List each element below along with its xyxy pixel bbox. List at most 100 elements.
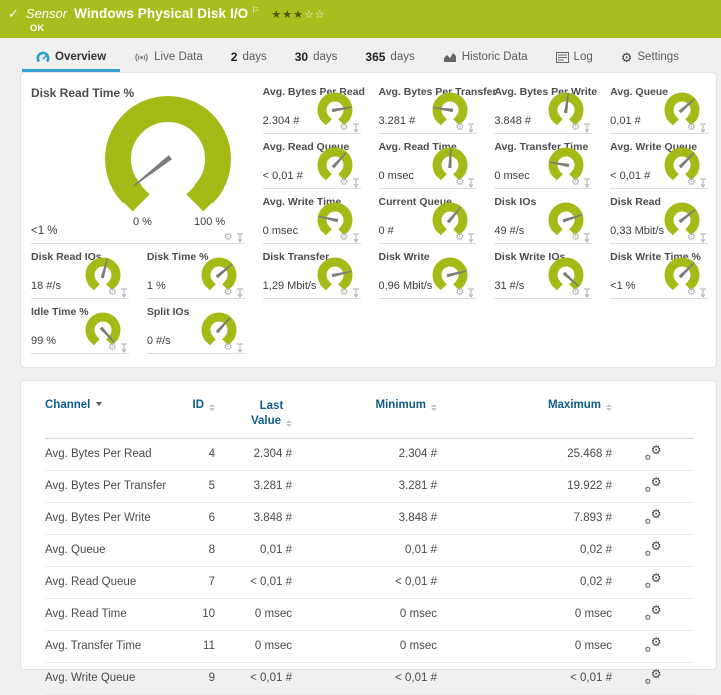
column-header-max[interactable]: Maximum [437, 389, 612, 438]
pin-icon[interactable] [120, 343, 128, 353]
channel-settings-gears-icon[interactable]: ⚙⚙ [645, 574, 662, 588]
cell-actions: ⚙⚙ [612, 502, 694, 534]
gear-icon[interactable]: ⚙ [571, 178, 580, 188]
stars-filled: ★★★ [271, 9, 304, 21]
column-header-id[interactable]: ID [185, 389, 215, 438]
tab-historic-data[interactable]: Historic Data [429, 45, 542, 72]
pin-icon[interactable] [583, 288, 591, 298]
cell-actions: ⚙⚙ [612, 438, 694, 470]
gauge-cell[interactable]: Disk Transfer 1,29 Mbit/s ⚙ [253, 244, 369, 299]
channel-settings-gears-icon[interactable]: ⚙⚙ [645, 510, 662, 524]
gauge-value: 1,29 Mbit/s [263, 280, 317, 292]
pin-icon[interactable] [120, 288, 128, 298]
channel-settings-gears-icon[interactable]: ⚙⚙ [645, 542, 662, 556]
pin-icon[interactable] [467, 288, 475, 298]
tab-settings[interactable]: ⚙ Settings [607, 45, 693, 72]
gauge-cell-primary[interactable]: Disk Read Time % 0 % 100 % <1 % ⚙ [21, 79, 253, 244]
channel-settings-gears-icon[interactable]: ⚙⚙ [645, 638, 662, 652]
gauge-cell[interactable]: Avg. Read Time 0 msec ⚙ [369, 134, 485, 189]
channel-settings-gears-icon[interactable]: ⚙⚙ [645, 606, 662, 620]
pin-icon[interactable] [699, 288, 707, 298]
column-header-last[interactable]: LastValue [215, 389, 292, 438]
tab-live-data[interactable]: Live Data [120, 45, 217, 72]
channel-settings-gears-icon[interactable]: ⚙⚙ [645, 478, 662, 492]
flag-icon[interactable]: ⚐ [251, 5, 259, 16]
gear-icon[interactable]: ⚙ [687, 288, 696, 298]
gear-icon[interactable]: ⚙ [687, 233, 696, 243]
pin-icon[interactable] [583, 178, 591, 188]
gear-icon[interactable]: ⚙ [224, 233, 233, 243]
cell-max: < 0,01 # [437, 662, 612, 694]
pin-icon[interactable] [467, 233, 475, 243]
gauge-cell-actions: ⚙ [455, 123, 475, 133]
pin-icon[interactable] [583, 233, 591, 243]
column-header-min[interactable]: Minimum [292, 389, 437, 438]
gauge-cell[interactable]: Avg. Write Time 0 msec ⚙ [253, 189, 369, 244]
gear-icon[interactable]: ⚙ [340, 288, 349, 298]
gauge-cell[interactable]: Disk Write Time % <1 % ⚙ [600, 244, 716, 299]
gear-icon[interactable]: ⚙ [224, 343, 233, 353]
gauge-cell[interactable]: Avg. Queue 0,01 # ⚙ [600, 79, 716, 134]
gear-icon[interactable]: ⚙ [687, 123, 696, 133]
pin-icon[interactable] [583, 123, 591, 133]
gear-icon[interactable]: ⚙ [455, 123, 464, 133]
gauge-cell[interactable]: Split IOs 0 #/s ⚙ [137, 299, 253, 354]
pin-icon[interactable] [699, 178, 707, 188]
gear-icon[interactable]: ⚙ [340, 178, 349, 188]
gear-icon[interactable]: ⚙ [571, 288, 580, 298]
gauge-cell[interactable]: Disk Time % 1 % ⚙ [137, 244, 253, 299]
tab-log[interactable]: Log [542, 45, 607, 72]
gear-icon[interactable]: ⚙ [340, 233, 349, 243]
gear-icon[interactable]: ⚙ [455, 288, 464, 298]
tab-365-days[interactable]: 365 days [351, 45, 428, 72]
gear-icon[interactable]: ⚙ [571, 233, 580, 243]
log-icon [556, 52, 569, 63]
gauge-cell[interactable]: Avg. Bytes Per Read 2.304 # ⚙ [253, 79, 369, 134]
tab-30-days[interactable]: 30 days [281, 45, 352, 72]
gauge-value: 99 % [31, 335, 56, 347]
gauge-cell[interactable]: Disk Write IOs 31 #/s ⚙ [484, 244, 600, 299]
pin-icon[interactable] [236, 233, 244, 243]
pin-icon[interactable] [352, 123, 360, 133]
gear-icon[interactable]: ⚙ [455, 178, 464, 188]
gauge-cell[interactable]: Current Queue 0 # ⚙ [369, 189, 485, 244]
pin-icon[interactable] [352, 233, 360, 243]
pin-icon[interactable] [236, 288, 244, 298]
channels-panel: ChannelIDLastValueMinimumMaximum Avg. By… [20, 380, 717, 670]
gauge-cell[interactable]: Idle Time % 99 % ⚙ [21, 299, 137, 354]
gauge-cell[interactable]: Disk Read 0,33 Mbit/s ⚙ [600, 189, 716, 244]
tab-2-days[interactable]: 2 days [217, 45, 281, 72]
gauge-cell[interactable]: Disk Read IOs 18 #/s ⚙ [21, 244, 137, 299]
tab-label: Overview [55, 51, 106, 63]
channel-settings-gears-icon[interactable]: ⚙⚙ [645, 670, 662, 684]
gauge-value: 18 #/s [31, 280, 61, 292]
gear-icon[interactable]: ⚙ [224, 288, 233, 298]
status-ok-check-icon: ✓ [8, 6, 19, 22]
gear-icon[interactable]: ⚙ [108, 343, 117, 353]
gauge-cell[interactable]: Avg. Read Queue < 0,01 # ⚙ [253, 134, 369, 189]
cell-last: 3.281 # [215, 470, 292, 502]
gauge-cell[interactable]: Avg. Write Queue < 0,01 # ⚙ [600, 134, 716, 189]
column-header-channel[interactable]: Channel [45, 389, 185, 438]
pin-icon[interactable] [467, 178, 475, 188]
pin-icon[interactable] [352, 288, 360, 298]
pin-icon[interactable] [699, 233, 707, 243]
tab-overview[interactable]: Overview [22, 45, 120, 72]
gauge-cell[interactable]: Disk IOs 49 #/s ⚙ [484, 189, 600, 244]
gear-icon[interactable]: ⚙ [687, 178, 696, 188]
gear-icon[interactable]: ⚙ [571, 123, 580, 133]
priority-stars[interactable]: ★★★☆☆ [271, 8, 325, 21]
pin-icon[interactable] [467, 123, 475, 133]
gauge-cell[interactable]: Avg. Transfer Time 0 msec ⚙ [484, 134, 600, 189]
pin-icon[interactable] [352, 178, 360, 188]
gauge-cell[interactable]: Disk Write 0,96 Mbit/s ⚙ [369, 244, 485, 299]
gear-icon[interactable]: ⚙ [455, 233, 464, 243]
gauge-cell[interactable]: Avg. Bytes Per Write 3.848 # ⚙ [484, 79, 600, 134]
cell-min: < 0,01 # [292, 566, 437, 598]
gear-icon[interactable]: ⚙ [108, 288, 117, 298]
channel-settings-gears-icon[interactable]: ⚙⚙ [645, 446, 662, 460]
pin-icon[interactable] [236, 343, 244, 353]
gear-icon[interactable]: ⚙ [340, 123, 349, 133]
pin-icon[interactable] [699, 123, 707, 133]
gauge-cell[interactable]: Avg. Bytes Per Transfer 3.281 # ⚙ [369, 79, 485, 134]
